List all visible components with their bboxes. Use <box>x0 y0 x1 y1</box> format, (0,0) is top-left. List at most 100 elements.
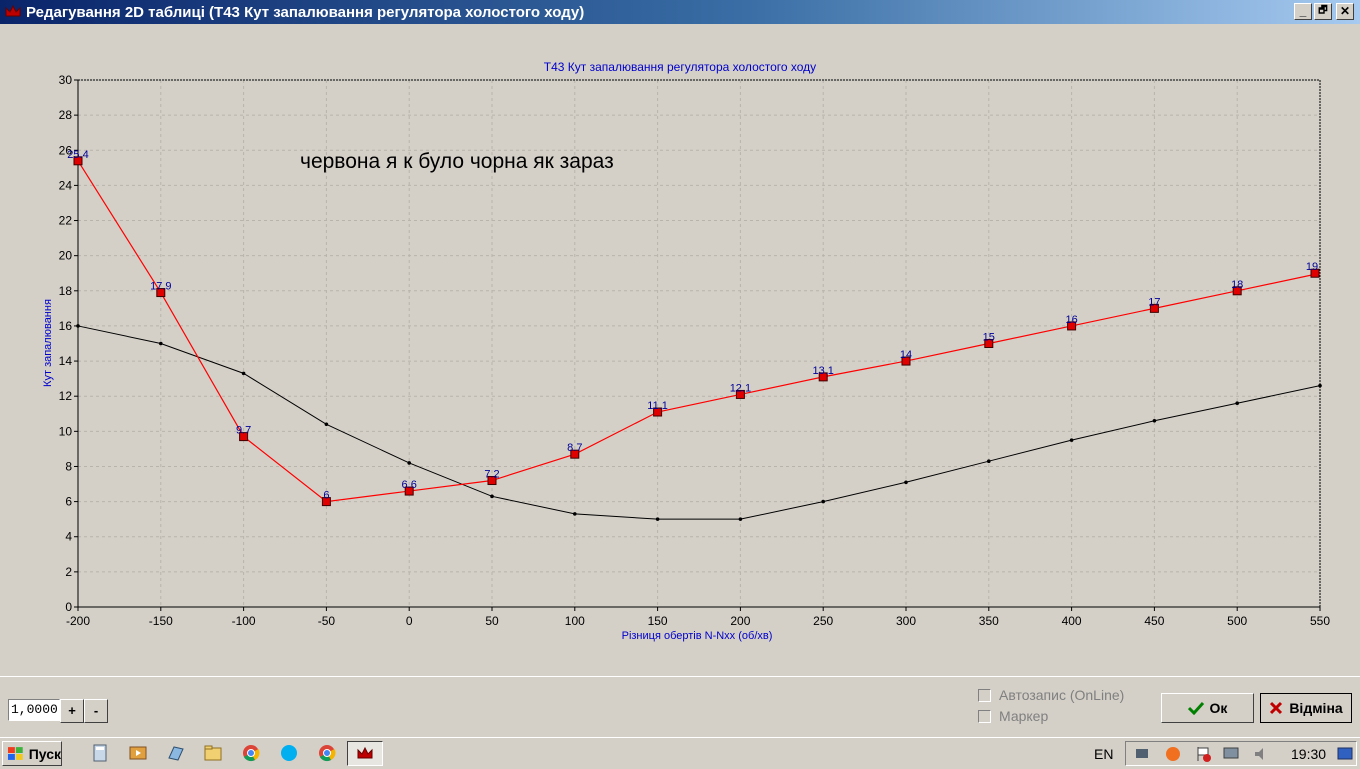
y-tick-label: 18 <box>59 284 73 298</box>
avast-icon[interactable] <box>1164 745 1182 763</box>
minimize-button[interactable]: _ <box>1294 3 1312 20</box>
series-black-point[interactable] <box>159 341 163 346</box>
marker-checkbox-row[interactable]: Маркер <box>978 708 1048 724</box>
series-red: 25.4 17.9 9.7 6 6.6 7.2 8.7 11.1 12.1 13.1 14 15 16 1… <box>67 149 1321 507</box>
maximize-button[interactable]: 🗗 <box>1314 3 1332 20</box>
start-button[interactable]: Пуск <box>2 741 62 766</box>
show-desktop-icon[interactable] <box>1336 745 1354 763</box>
x-tick-labels: -200 -150 -100 -50 0 50 100 150 200 250 300 350 400 4… <box>66 614 1330 628</box>
y-tick-label: 8 <box>65 459 72 473</box>
y-tick-label: 30 <box>59 73 73 87</box>
y-tick-label: 14 <box>59 354 73 368</box>
y-tick-label: 10 <box>59 424 73 438</box>
x-tick-label: -50 <box>318 614 336 628</box>
crown-task-icon <box>357 746 373 759</box>
x-axis-label: Різниця обертів N-Nxx (об/хв) <box>622 630 773 642</box>
series-black-point[interactable] <box>1318 383 1322 388</box>
y-tick-label: 16 <box>59 319 73 333</box>
series-black-point[interactable] <box>987 459 991 463</box>
calculator-icon[interactable] <box>90 743 110 763</box>
cancel-button[interactable]: Відміна <box>1260 693 1352 723</box>
series-black-point[interactable] <box>407 461 412 465</box>
marker-checkbox[interactable] <box>978 709 991 723</box>
control-panel: 1,0000 + - Автозапис (OnLine) Маркер Ок … <box>0 676 1360 738</box>
crown-app-icon <box>5 4 21 17</box>
speaker-icon[interactable] <box>1252 745 1270 763</box>
step-value-input[interactable]: 1,0000 <box>8 699 60 721</box>
series-black-point[interactable] <box>655 517 660 521</box>
series-black-point[interactable] <box>738 517 743 521</box>
y-tick-label: 4 <box>65 530 72 544</box>
plot-frame <box>77 79 1321 608</box>
series-red-data-label: 11.1 <box>647 400 668 412</box>
series-black-point[interactable] <box>573 512 577 516</box>
autosave-checkbox-row[interactable]: Автозапис (OnLine) <box>978 687 1124 703</box>
x-tick-label: 400 <box>1062 614 1082 628</box>
cancel-label: Відміна <box>1289 700 1343 716</box>
series-black-point[interactable] <box>1235 401 1239 406</box>
ok-button[interactable]: Ок <box>1161 693 1254 723</box>
series-black-point[interactable] <box>1152 418 1157 423</box>
y-tick-label: 24 <box>59 178 73 192</box>
language-indicator[interactable]: EN <box>1094 746 1113 762</box>
series-black-point[interactable] <box>76 324 80 328</box>
active-task-button[interactable] <box>347 741 383 766</box>
skype-icon[interactable] <box>279 743 299 763</box>
series-red-data-label: 8.7 <box>567 442 582 454</box>
line-chart[interactable]: 024681012141618202224262830 -200 -150 -100… <box>0 24 1360 676</box>
folder-icon[interactable] <box>203 743 223 763</box>
series-black-point[interactable] <box>241 371 246 376</box>
x-tick-label: 450 <box>1144 614 1164 628</box>
y-tick-label: 28 <box>59 108 73 122</box>
network-icon[interactable] <box>1134 745 1152 763</box>
x-tick-label: -200 <box>66 614 90 628</box>
clock[interactable]: 19:30 <box>1291 746 1326 762</box>
x-tick-label: 50 <box>485 614 499 628</box>
autosave-checkbox[interactable] <box>978 688 991 702</box>
close-button[interactable]: ✕ <box>1336 3 1354 20</box>
series-black-point[interactable] <box>490 494 494 499</box>
series-red-data-label: 6.6 <box>402 479 417 491</box>
series-black-point[interactable] <box>324 422 329 427</box>
ok-label: Ок <box>1209 700 1228 716</box>
window-title: Редагування 2D таблиці (T43 Кут запалюва… <box>26 4 585 21</box>
series-black <box>76 324 1322 521</box>
y-tick-label: 20 <box>59 249 73 263</box>
chrome-icon-2[interactable] <box>317 743 337 763</box>
decrease-button[interactable]: - <box>84 699 108 723</box>
checkmark-icon <box>1187 701 1204 715</box>
x-tick-label: 350 <box>979 614 999 628</box>
flag-icon[interactable] <box>1194 745 1212 763</box>
series-red-data-label: 12.1 <box>730 382 751 394</box>
series-red-data-label: 9.7 <box>236 425 251 437</box>
series-black-point[interactable] <box>1069 438 1074 442</box>
y-tick-label: 12 <box>59 389 73 403</box>
windows-logo-icon <box>7 746 23 760</box>
media-player-icon[interactable] <box>128 743 148 763</box>
x-tick-label: 250 <box>813 614 833 628</box>
title-bar: Редагування 2D таблиці (T43 Кут запалюва… <box>0 0 1360 24</box>
series-red-data-label: 17 <box>1148 296 1160 308</box>
x-tick-label: -100 <box>232 614 256 628</box>
x-tick-label: 550 <box>1310 614 1330 628</box>
series-red-data-label: 25.4 <box>67 149 88 161</box>
series-red-data-label: 7.2 <box>484 469 499 481</box>
y-axis-label: Кут запалювання <box>42 299 54 387</box>
computer-icon[interactable] <box>1222 745 1240 763</box>
x-tick-label: 300 <box>896 614 916 628</box>
chart-title: T43 Кут запалювання регулятора холостого… <box>544 60 816 74</box>
x-tick-label: 200 <box>730 614 750 628</box>
autosave-label: Автозапис (OnLine) <box>999 687 1125 703</box>
annotation-text: червона я к було чорна як зараз <box>300 150 614 173</box>
chart-area[interactable]: 0 2 4 6 8 10 12 14 16 18 20 22 24 26 28 30 -200 -150 -100… <box>0 24 1360 676</box>
series-red-data-label: 15 <box>983 332 995 344</box>
series-red-data-label: 17.9 <box>150 281 171 293</box>
increase-button[interactable]: + <box>60 699 84 723</box>
chrome-icon[interactable] <box>241 743 261 763</box>
app-window-icon[interactable] <box>166 743 186 763</box>
chart-grid <box>74 79 1321 611</box>
series-black-point[interactable] <box>821 499 825 504</box>
x-tick-label: 0 <box>406 614 413 628</box>
series-black-point[interactable] <box>904 480 908 485</box>
series-red-data-label: 13.1 <box>812 365 833 377</box>
